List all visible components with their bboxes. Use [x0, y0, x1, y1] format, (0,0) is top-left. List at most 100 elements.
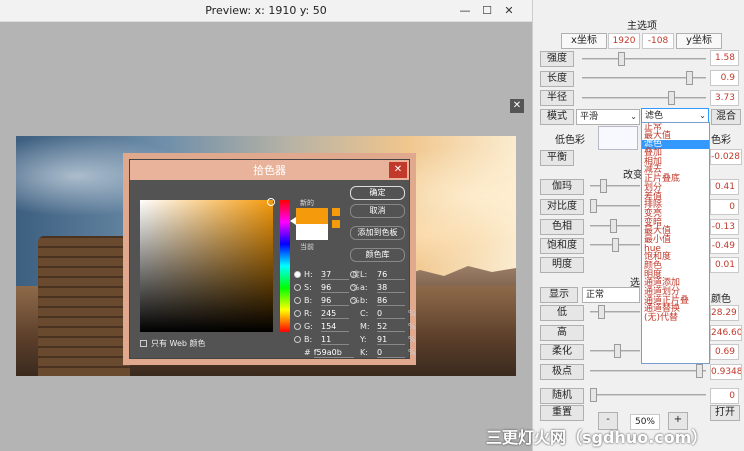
y-field[interactable]: 91 — [377, 335, 405, 345]
saturation-value-field[interactable] — [140, 198, 275, 332]
preview-window: Preview: x: 1910 y: 50 — ☐ ✕ ✕ 拾色器 ✕ 新的 … — [0, 0, 532, 451]
mode-select-value: 平滑 — [580, 112, 599, 122]
lab-b-field[interactable]: 86 — [377, 296, 405, 306]
radio-l[interactable] — [350, 271, 357, 278]
brightness-value[interactable]: 0.01 — [710, 257, 739, 273]
h-field[interactable]: 37 — [321, 270, 349, 280]
hue-slider-thumb[interactable] — [610, 219, 617, 233]
low-slider[interactable] — [590, 305, 640, 319]
low-color-swatch[interactable] — [598, 126, 638, 150]
gamma-value[interactable]: 0.41 — [710, 179, 739, 195]
strength-value[interactable]: 1.58 — [710, 50, 739, 66]
length-value[interactable]: 0.9 — [710, 70, 739, 86]
radio-lab-b[interactable] — [350, 297, 357, 304]
current-color-swatch[interactable] — [296, 224, 328, 240]
radio-b[interactable] — [294, 297, 301, 304]
close-window-button[interactable]: ✕ — [498, 2, 520, 18]
radius-slider-thumb[interactable] — [668, 91, 675, 105]
blend-mode-dropdown-list[interactable]: 正常 最大值 滤色 叠加 相加 减去 正片叠底 划分 差值 排除 变亮 变暗 最大值 最小值 hue 饱和度颜… — [641, 122, 710, 364]
blue-field[interactable]: 11 — [321, 335, 349, 345]
high-value[interactable]: 246.60 — [710, 325, 742, 341]
a-field[interactable]: 38 — [377, 283, 405, 293]
offset-value[interactable]: -108 — [642, 33, 674, 49]
radio-blue[interactable] — [294, 336, 301, 343]
picker-close-button[interactable]: ✕ — [389, 162, 407, 178]
saturation-value[interactable]: -0.49 — [710, 238, 739, 254]
display-select[interactable]: 正常 — [582, 287, 640, 303]
sv-cursor[interactable] — [267, 198, 275, 206]
length-slider[interactable] — [582, 71, 706, 85]
soften-label: 柔化 — [540, 344, 584, 360]
saturation-slider-thumb[interactable] — [612, 238, 619, 252]
soften-slider[interactable] — [590, 344, 640, 358]
open-button[interactable]: 打开 — [710, 405, 740, 421]
b-field[interactable]: 96 — [321, 296, 349, 306]
soften-value[interactable]: 0.69 — [710, 344, 739, 360]
reset-button[interactable]: 重置 — [540, 405, 584, 421]
radio-r[interactable] — [294, 310, 301, 317]
r-field[interactable]: 245 — [321, 309, 349, 319]
c-field[interactable]: 0 — [377, 309, 405, 319]
minimize-button[interactable]: — — [454, 2, 476, 18]
gamma-slider[interactable] — [590, 179, 640, 193]
radio-s[interactable] — [294, 284, 301, 291]
ok-button[interactable]: 确定 — [350, 186, 405, 200]
strength-label: 强度 — [540, 51, 574, 67]
add-to-swatches-button[interactable]: 添加到色板 — [350, 226, 405, 240]
watermark-text: 三更灯火网（sgdhuo.com） — [486, 428, 708, 447]
mode-select[interactable]: 平滑 ⌄ — [576, 109, 640, 125]
tab-x-coord[interactable]: x坐标 — [561, 33, 607, 49]
wall-region — [38, 236, 130, 376]
x-coord-value[interactable]: 1920 — [608, 33, 640, 49]
contrast-slider-thumb[interactable] — [590, 199, 597, 213]
color-libraries-button[interactable]: 颜色库 — [350, 248, 405, 262]
low-slider-thumb[interactable] — [598, 305, 605, 319]
blend-button[interactable]: 混合 — [711, 109, 741, 125]
cancel-button[interactable]: 取消 — [350, 204, 405, 218]
radius-value[interactable]: 3.73 — [710, 90, 739, 106]
hue-value[interactable]: -0.13 — [710, 219, 739, 235]
blend-mode-value: 滤色 — [645, 111, 664, 121]
length-slider-thumb[interactable] — [686, 71, 693, 85]
saturation-slider[interactable] — [590, 238, 640, 252]
radio-a[interactable] — [350, 284, 357, 291]
hex-field[interactable]: f59a0b — [313, 348, 354, 358]
low-label: 低 — [540, 305, 584, 321]
g-field[interactable]: 154 — [321, 322, 349, 332]
random-button[interactable]: 随机 — [540, 388, 584, 404]
l-field[interactable]: 76 — [377, 270, 405, 280]
gamut-warning-icon[interactable] — [332, 208, 340, 216]
contrast-value[interactable]: 0 — [710, 199, 739, 215]
contrast-slider[interactable] — [590, 199, 640, 213]
pole-value[interactable]: 0.9348 — [710, 364, 742, 380]
web-colors-only-checkbox[interactable]: 只有 Web 颜色 — [140, 338, 206, 349]
close-image-icon[interactable]: ✕ — [510, 99, 524, 113]
radio-g[interactable] — [294, 323, 301, 330]
maximize-button[interactable]: ☐ — [476, 2, 498, 18]
hex-label: # — [304, 348, 311, 357]
web-safe-warning-icon[interactable] — [332, 220, 340, 228]
random-value[interactable]: 0 — [710, 388, 739, 404]
gamma-slider-thumb[interactable] — [600, 179, 607, 193]
pole-slider-thumb[interactable] — [696, 364, 703, 378]
k-field[interactable]: 0 — [377, 348, 405, 358]
hue-label: 色相 — [540, 219, 584, 235]
m-field[interactable]: 52 — [377, 322, 405, 332]
pole-slider[interactable] — [590, 364, 706, 378]
radio-h[interactable] — [294, 271, 301, 278]
soften-slider-thumb[interactable] — [614, 344, 621, 358]
random-slider[interactable] — [590, 388, 706, 402]
s-field[interactable]: 96 — [321, 283, 349, 293]
balance-value[interactable]: -0.0287 — [710, 149, 742, 165]
low-value[interactable]: 28.29 — [710, 305, 739, 321]
hue-panel-slider[interactable] — [590, 219, 640, 233]
strength-slider-thumb[interactable] — [618, 52, 625, 66]
strength-slider[interactable] — [582, 52, 706, 66]
tab-y-coord[interactable]: y坐标 — [676, 33, 722, 49]
dropdown-item[interactable]: (无)代替 — [642, 314, 709, 323]
preview-title: Preview: x: 1910 y: 50 — [205, 4, 327, 17]
radius-slider[interactable] — [582, 91, 706, 105]
hue-slider[interactable] — [280, 200, 290, 332]
random-slider-thumb[interactable] — [590, 388, 597, 402]
checkbox-box[interactable] — [140, 340, 147, 347]
